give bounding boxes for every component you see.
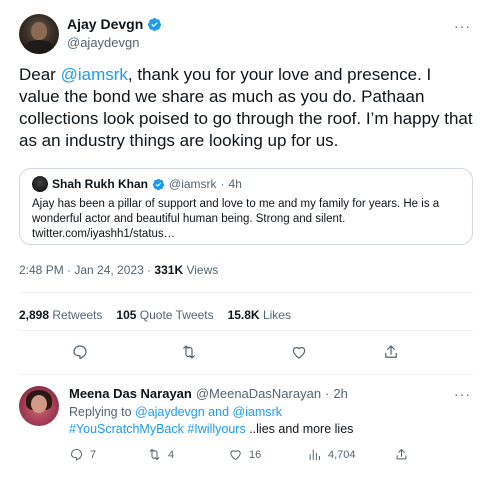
likes-label: Likes bbox=[259, 308, 291, 322]
replying-prefix: Replying to bbox=[69, 405, 136, 419]
divider bbox=[19, 330, 473, 331]
verified-badge-icon bbox=[152, 178, 165, 190]
quoted-link[interactable]: twitter.com/iyashh1/status… bbox=[32, 228, 175, 240]
retweet-count: 4 bbox=[168, 448, 175, 461]
reply-text: #YouScratchMyBack #Iwillyours ..lies and… bbox=[69, 422, 353, 436]
likes-count: 15.8K bbox=[227, 308, 260, 322]
reply-share-button[interactable] bbox=[394, 447, 409, 462]
quoted-time: 4h bbox=[228, 177, 242, 191]
quoted-text-body: Ajay has been a pillar of support and lo… bbox=[32, 198, 440, 225]
avatar-body bbox=[23, 40, 55, 54]
quoted-tweet-text: Ajay has been a pillar of support and lo… bbox=[32, 197, 464, 242]
quoted-tweet-header: Shah Rukh Khan @iamsrk · 4h bbox=[32, 176, 242, 192]
views-icon bbox=[309, 449, 320, 460]
author-name-row[interactable]: Ajay Devgn bbox=[67, 16, 162, 32]
avatar-face bbox=[31, 22, 47, 40]
views-count: 4,704 bbox=[328, 448, 356, 461]
reply-header: Meena Das Narayan @MeenaDasNarayan · 2h bbox=[69, 386, 348, 401]
reply-author-avatar[interactable] bbox=[19, 386, 59, 426]
retweets-label: Retweets bbox=[49, 308, 103, 322]
tweet-timestamp[interactable]: 2:48 PM · Jan 24, 2023 · bbox=[19, 263, 154, 277]
quoted-author-avatar bbox=[32, 176, 48, 192]
share-icon bbox=[385, 345, 397, 358]
like-button[interactable] bbox=[290, 343, 310, 363]
retweet-icon bbox=[183, 345, 195, 359]
replying-to-line: Replying to @ajaydevgn and @iamsrk bbox=[69, 405, 282, 419]
like-icon bbox=[230, 450, 241, 460]
divider bbox=[19, 292, 473, 293]
reply-separator: · bbox=[325, 386, 330, 401]
replying-user-link[interactable]: @ajaydevgn bbox=[135, 405, 205, 419]
reply-icon bbox=[71, 449, 82, 461]
divider bbox=[19, 374, 473, 375]
author-name[interactable]: Ajay Devgn bbox=[67, 16, 143, 32]
reply-retweet-button[interactable]: 4 bbox=[147, 447, 174, 462]
reply-author-name[interactable]: Meena Das Narayan bbox=[69, 386, 192, 401]
quotes-stat[interactable]: 105 Quote Tweets bbox=[116, 308, 213, 322]
reply-reply-button[interactable]: 7 bbox=[69, 447, 96, 462]
reply-author-handle[interactable]: @MeenaDasNarayan bbox=[196, 386, 321, 401]
retweet-icon bbox=[149, 449, 160, 460]
retweet-button[interactable] bbox=[180, 343, 200, 363]
quotes-count: 105 bbox=[116, 308, 137, 322]
views-count: 331K bbox=[154, 263, 184, 277]
tweet-stats: 2,898 Retweets 105 Quote Tweets 15.8K Li… bbox=[19, 308, 291, 322]
reply-like-button[interactable]: 16 bbox=[228, 447, 261, 462]
quotes-label: Quote Tweets bbox=[136, 308, 214, 322]
more-options-button[interactable]: ··· bbox=[454, 18, 471, 34]
reply-time[interactable]: 2h bbox=[333, 386, 347, 401]
mention-link[interactable]: @iamsrk bbox=[61, 65, 128, 84]
quoted-author-handle: @iamsrk bbox=[169, 177, 217, 191]
tweet-meta: 2:48 PM · Jan 24, 2023 · 331K Views bbox=[19, 263, 218, 277]
reply-views-button[interactable]: 4,704 bbox=[307, 447, 356, 462]
like-count: 16 bbox=[249, 448, 262, 461]
hashtag-link[interactable]: #Iwillyours bbox=[187, 422, 245, 436]
share-icon bbox=[396, 449, 407, 460]
replying-user-link[interactable]: @iamsrk bbox=[233, 405, 283, 419]
reply-icon bbox=[73, 345, 87, 360]
share-button[interactable] bbox=[382, 343, 402, 363]
likes-stat[interactable]: 15.8K Likes bbox=[228, 308, 291, 322]
reply-action-bar: 7 4 16 4,704 bbox=[69, 447, 479, 467]
author-avatar[interactable] bbox=[19, 14, 59, 54]
quoted-author-name: Shah Rukh Khan bbox=[52, 177, 149, 191]
tweet-action-bar bbox=[0, 343, 491, 367]
retweets-stat[interactable]: 2,898 Retweets bbox=[19, 308, 102, 322]
replying-and: and bbox=[204, 405, 233, 419]
hashtag-link[interactable]: #YouScratchMyBack bbox=[69, 422, 184, 436]
author-handle[interactable]: @ajaydevgn bbox=[67, 35, 139, 50]
like-icon bbox=[292, 346, 306, 359]
quoted-separator: · bbox=[220, 177, 225, 191]
tweet-text: Dear @iamsrk, thank you for your love an… bbox=[19, 64, 475, 152]
reply-text-rest: ..lies and more lies bbox=[245, 422, 354, 436]
reply-count: 7 bbox=[90, 448, 97, 461]
avatar-face bbox=[31, 395, 47, 413]
reply-more-options-button[interactable]: ··· bbox=[454, 386, 471, 402]
reply-button[interactable] bbox=[71, 343, 91, 363]
verified-badge-icon bbox=[148, 17, 162, 31]
views-label: Views bbox=[183, 263, 219, 277]
tweet-text-prefix: Dear bbox=[19, 65, 61, 84]
quoted-tweet-card[interactable]: Shah Rukh Khan @iamsrk · 4h Ajay has bee… bbox=[19, 168, 473, 245]
retweets-count: 2,898 bbox=[19, 308, 50, 322]
